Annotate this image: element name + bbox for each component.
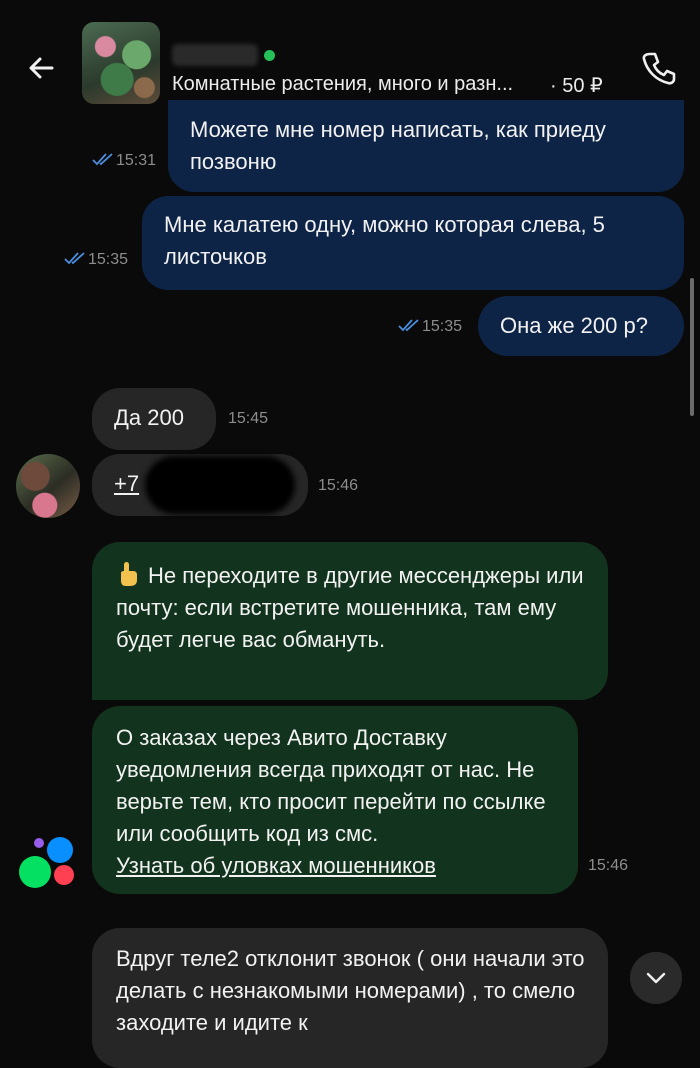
online-status-indicator xyxy=(264,50,275,61)
phone-number-redaction xyxy=(145,456,295,514)
incoming-message[interactable]: Вдруг теле2 отклонит звонок ( они начали… xyxy=(92,928,608,1068)
double-check-icon xyxy=(64,252,85,265)
message-time: 15:45 xyxy=(228,410,269,427)
scroll-down-button[interactable] xyxy=(630,952,682,1004)
info-text: О заказах через Авито Доставку уведомлен… xyxy=(116,725,546,846)
incoming-message[interactable]: Да 200 xyxy=(92,388,216,450)
double-check-icon xyxy=(398,319,419,332)
scrollbar[interactable] xyxy=(690,278,694,416)
contact-name-redacted xyxy=(172,44,258,66)
phone-number-link[interactable]: +7 xyxy=(114,471,139,496)
listing-thumbnail[interactable] xyxy=(82,22,160,104)
phone-icon[interactable] xyxy=(638,48,678,88)
listing-title[interactable]: Комнатные растения, много и разн... xyxy=(172,73,513,96)
fraud-tips-link[interactable]: Узнать об уловках мошенников xyxy=(116,853,436,878)
message-text: Можете мне номер написать, как приеду по… xyxy=(190,117,606,174)
message-time: 15:46 xyxy=(588,857,629,874)
outgoing-message[interactable]: Она же 200 р? xyxy=(478,296,684,356)
warning-text: Не переходите в другие мессенджеры или п… xyxy=(116,563,584,652)
system-warning-message: Не переходите в другие мессенджеры или п… xyxy=(92,542,608,700)
listing-price: · 50 ₽ xyxy=(550,75,603,97)
system-info-message: О заказах через Авито Доставку уведомлен… xyxy=(92,706,578,894)
message-text: Мне калатею одну, можно которая слева, 5… xyxy=(164,212,605,269)
message-time: 15:35 xyxy=(398,318,462,336)
message-text: Она же 200 р? xyxy=(500,313,648,338)
message-time: 15:31 xyxy=(92,152,156,170)
double-check-icon xyxy=(92,153,113,166)
message-text: Вдруг теле2 отклонит звонок ( они начали… xyxy=(116,946,585,1035)
message-time: 15:46 xyxy=(318,477,359,494)
outgoing-message[interactable]: Можете мне номер написать, как приеду по… xyxy=(168,100,684,192)
sender-avatar[interactable] xyxy=(16,454,80,518)
pointing-up-emoji-icon xyxy=(121,562,137,586)
back-arrow-icon[interactable] xyxy=(22,48,62,88)
avito-logo-icon xyxy=(19,837,74,888)
message-text: Да 200 xyxy=(114,405,184,430)
outgoing-message[interactable]: Мне калатею одну, можно которая слева, 5… xyxy=(142,196,684,290)
message-time: 15:35 xyxy=(64,251,128,269)
